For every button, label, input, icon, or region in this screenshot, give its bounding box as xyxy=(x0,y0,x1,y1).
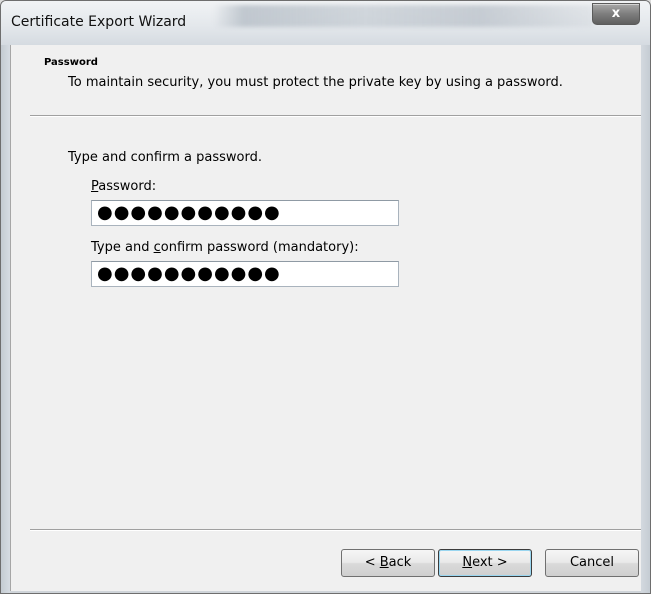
window-frame-right xyxy=(641,45,650,593)
window-title: Certificate Export Wizard xyxy=(11,14,187,30)
back-button[interactable]: < Back xyxy=(341,549,435,577)
title-bar-background-blur xyxy=(213,5,593,27)
instruction-text: Type and confirm a password. xyxy=(68,150,262,165)
wizard-header: Password To maintain security, you must … xyxy=(11,45,641,115)
password-field-value: ●●●●●●●●●●● xyxy=(97,202,281,223)
password-label-text: assword: xyxy=(98,179,157,194)
close-icon: x xyxy=(611,6,621,21)
header-divider xyxy=(30,115,641,117)
confirm-password-label: Type and confirm password (mandatory): xyxy=(91,240,359,255)
next-button[interactable]: Next > xyxy=(438,549,532,577)
password-field[interactable]: ●●●●●●●●●●● xyxy=(91,200,399,226)
footer-divider xyxy=(30,529,641,531)
cancel-button-label: Cancel xyxy=(569,555,615,570)
page-title: Password xyxy=(44,57,98,68)
password-label: Password: xyxy=(91,179,156,194)
back-button-access-key: B xyxy=(379,555,389,570)
wizard-client-area: Password To maintain security, you must … xyxy=(10,45,641,591)
next-button-label: ext > xyxy=(472,555,508,570)
confirm-password-field[interactable]: ●●●●●●●●●●● xyxy=(91,261,399,287)
page-subtitle: To maintain security, you must protect t… xyxy=(68,75,563,90)
back-button-label: ack xyxy=(388,555,412,570)
cancel-button[interactable]: Cancel xyxy=(545,549,639,577)
confirm-label-prefix: Type and xyxy=(91,240,154,255)
confirm-label-text: onfirm password (mandatory): xyxy=(160,240,359,255)
confirm-label-access-key: c xyxy=(153,240,161,255)
title-bar[interactable]: Certificate Export Wizard x xyxy=(1,1,650,45)
certificate-export-wizard-window: Certificate Export Wizard x Password To … xyxy=(0,0,651,594)
close-button[interactable]: x xyxy=(592,3,640,25)
window-frame-left xyxy=(1,45,10,593)
confirm-password-field-value: ●●●●●●●●●●● xyxy=(97,263,281,284)
back-button-prefix: < xyxy=(364,555,380,570)
next-button-access-key: N xyxy=(462,555,473,570)
